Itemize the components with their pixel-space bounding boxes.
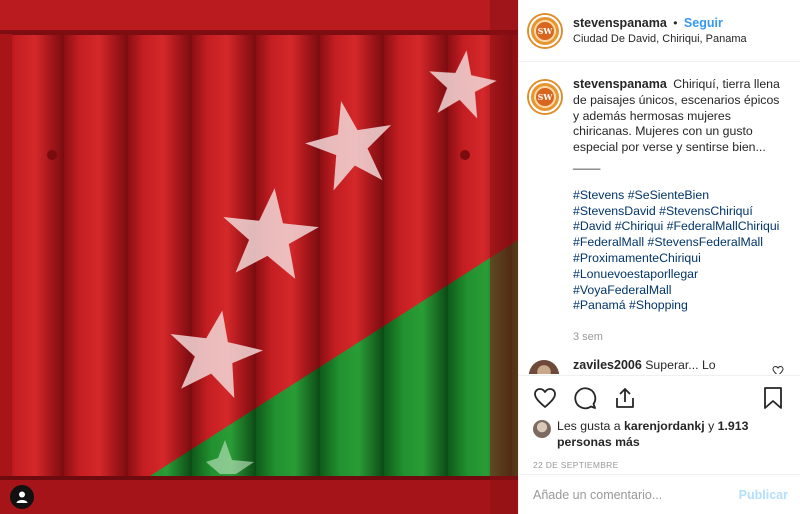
comment-input[interactable] — [533, 487, 739, 502]
commenter-avatar[interactable] — [529, 359, 559, 374]
header-username[interactable]: stevenspanama — [573, 16, 667, 30]
action-icons-row — [533, 384, 788, 412]
likes-joiner: y — [708, 419, 715, 433]
hashtag-line[interactable]: #Stevens #SeSienteBien — [573, 188, 786, 204]
small-heart-icon — [772, 365, 784, 374]
user-tag-icon — [16, 491, 28, 503]
comment-button[interactable] — [573, 386, 597, 410]
hashtag-line[interactable]: #StevensDavid #StevensChiriquí — [573, 204, 786, 220]
post-actions: Les gusta a karenjordankj y 1.913 person… — [519, 375, 800, 470]
post-header: SW stevenspanama • Seguir Ciudad De Davi… — [519, 0, 800, 62]
avatar-logo: SW — [536, 88, 554, 106]
user-tag-button[interactable] — [10, 485, 34, 509]
post-date[interactable]: 22 DE SEPTIEMBRE — [533, 460, 788, 470]
bookmark-icon — [764, 387, 782, 409]
caption-body: stevenspanama Chiriquí, tierra llena de … — [573, 77, 786, 346]
caption: SW stevenspanama Chiriquí, tierra llena … — [529, 77, 786, 346]
liker-avatar[interactable] — [533, 420, 551, 438]
save-button[interactable] — [762, 386, 784, 410]
hashtag-line[interactable]: #Panamá #Shopping — [573, 298, 786, 314]
hashtag-line[interactable]: #Lonuevoestaporllegar — [573, 267, 786, 283]
share-icon — [616, 388, 634, 408]
comment-like-button[interactable] — [772, 364, 784, 374]
comments-scroll-area[interactable]: SW stevenspanama Chiriquí, tierra llena … — [519, 63, 800, 374]
comment-body: zaviles2006 Superar... Lo necesitábamos.… — [573, 358, 769, 374]
comment-username[interactable]: zaviles2006 — [573, 358, 642, 372]
separator-dot: • — [673, 15, 678, 30]
publish-button[interactable]: Publicar — [739, 488, 788, 502]
red-container-green-flag-graphic — [0, 0, 518, 514]
likes-text: Les gusta a karenjordankj y 1.913 person… — [557, 418, 788, 450]
post-image[interactable] — [0, 0, 518, 514]
hashtag-line[interactable]: #ProximamenteChiriqui — [573, 251, 786, 267]
liker-username[interactable]: karenjordankj — [624, 419, 705, 433]
post-side-panel: SW stevenspanama • Seguir Ciudad De Davi… — [518, 0, 800, 514]
caption-username[interactable]: stevenspanama — [573, 77, 667, 91]
hashtag-line[interactable]: #David #Chiriqui #FederalMallChiriqui — [573, 219, 786, 235]
share-button[interactable] — [613, 386, 637, 410]
add-comment-bar: Publicar — [519, 474, 800, 514]
profile-avatar[interactable]: SW — [529, 14, 561, 47]
heart-icon — [534, 388, 556, 408]
hashtag-list: #Stevens #SeSienteBien #StevensDavid #St… — [573, 188, 786, 314]
comment-icon — [574, 387, 597, 410]
caption-time[interactable]: 3 sem — [573, 330, 786, 346]
likes-prefix: Les gusta a — [557, 419, 621, 433]
comment-item: zaviles2006 Superar... Lo necesitábamos.… — [529, 358, 786, 374]
hashtag-line[interactable]: #VoyaFederalMall — [573, 283, 786, 299]
header-text: stevenspanama • Seguir Ciudad De David, … — [573, 15, 747, 47]
location-link[interactable]: Ciudad De David, Chiriqui, Panama — [573, 31, 747, 47]
follow-button[interactable]: Seguir — [684, 16, 723, 30]
avatar-logo: SW — [536, 21, 554, 40]
likes-summary: Les gusta a karenjordankj y 1.913 person… — [533, 418, 788, 450]
hashtag-line[interactable]: #FederalMall #StevensFederalMall — [573, 235, 786, 251]
like-button[interactable] — [533, 386, 557, 410]
caption-avatar[interactable]: SW — [529, 81, 561, 113]
